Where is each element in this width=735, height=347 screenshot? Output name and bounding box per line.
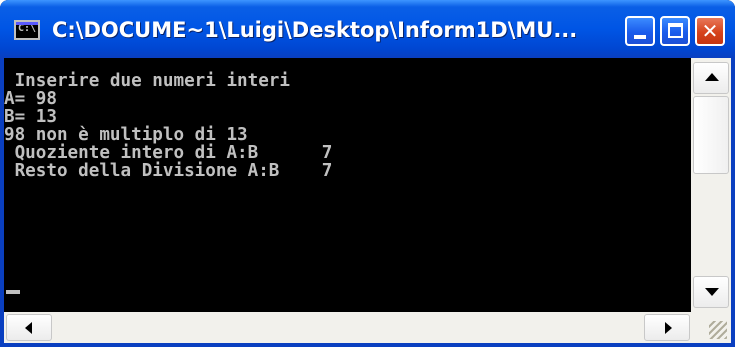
horizontal-scroll-track[interactable] <box>54 314 642 341</box>
window-border-right <box>731 58 735 347</box>
horizontal-scrollbar[interactable] <box>4 312 691 343</box>
maximize-icon <box>668 23 683 38</box>
vertical-scrollbar[interactable] <box>691 58 731 312</box>
resize-grip[interactable] <box>691 312 731 343</box>
close-button[interactable]: ✕ <box>695 16 725 46</box>
arrow-right-icon <box>665 322 672 334</box>
window-border-bottom <box>0 343 735 347</box>
scroll-left-button[interactable] <box>6 314 52 341</box>
console-line: 98 non è multiplo di 13 <box>4 125 248 145</box>
console-line: B= 13 <box>4 107 57 127</box>
title-bar[interactable]: C:\ C:\DOCUME~1\Luigi\Desktop\Inform1D\M… <box>0 0 735 58</box>
arrow-left-icon <box>25 322 32 334</box>
console-output[interactable]: Inserire due numeri interi A= 98 B= 13 9… <box>4 58 691 312</box>
scroll-down-button[interactable] <box>693 276 729 308</box>
scroll-up-button[interactable] <box>693 62 729 94</box>
console-icon[interactable]: C:\ <box>14 20 40 40</box>
vertical-scroll-thumb[interactable] <box>693 96 729 174</box>
console-line: Resto della Divisione A:B 7 <box>4 161 333 181</box>
console-lines: Inserire due numeri interi A= 98 B= 13 9… <box>4 72 332 180</box>
console-line: Inserire due numeri interi <box>4 71 290 91</box>
window-title: C:\DOCUME~1\Luigi\Desktop\Inform1D\MU... <box>52 18 578 42</box>
arrow-down-icon <box>705 288 719 296</box>
console-line: A= 98 <box>4 89 57 109</box>
console-window: C:\ C:\DOCUME~1\Luigi\Desktop\Inform1D\M… <box>0 0 735 347</box>
arrow-up-icon <box>705 73 719 81</box>
resize-grip-icon <box>709 321 727 339</box>
close-icon: ✕ <box>701 19 719 43</box>
minimize-button[interactable] <box>625 16 655 46</box>
maximize-button[interactable] <box>660 16 690 46</box>
text-cursor <box>6 290 20 294</box>
scroll-right-button[interactable] <box>644 314 690 341</box>
minimize-icon <box>634 35 646 39</box>
console-line: Quoziente intero di A:B 7 <box>4 143 333 163</box>
